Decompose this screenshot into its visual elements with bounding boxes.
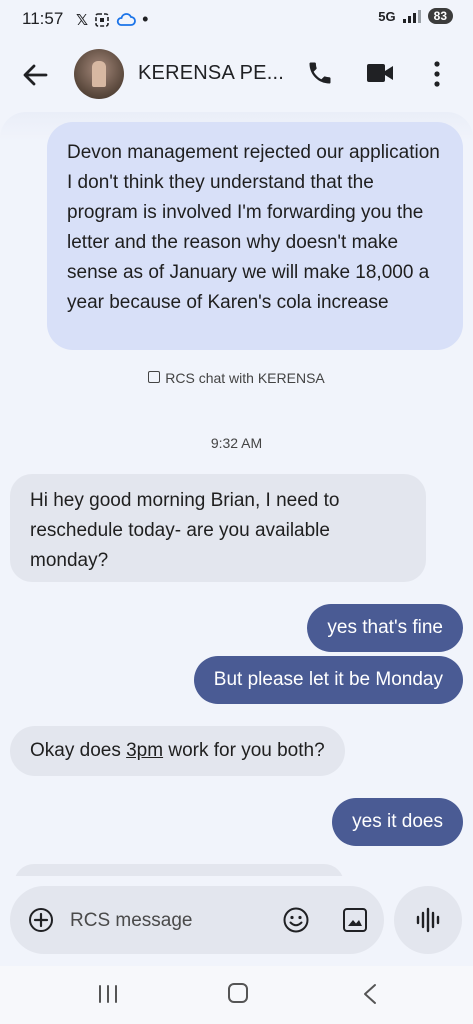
network-label: 5G xyxy=(378,8,396,24)
signal-icon xyxy=(402,10,421,23)
screenshot-icon xyxy=(95,12,109,27)
x-icon: 𝕏 xyxy=(76,11,89,29)
battery-indicator: 83 xyxy=(427,8,453,24)
time-link[interactable]: 3pm xyxy=(126,740,163,761)
message-input[interactable] xyxy=(68,905,272,937)
waveform-icon xyxy=(416,907,440,933)
recent-apps-icon[interactable] xyxy=(96,984,120,1004)
contact-name[interactable]: KERENSA PE... xyxy=(138,62,284,85)
status-time: 11:57 xyxy=(22,9,64,28)
gallery-icon[interactable] xyxy=(341,906,369,934)
more-options-icon[interactable] xyxy=(430,58,444,90)
back-arrow-icon[interactable] xyxy=(20,60,50,90)
nav-back-icon[interactable] xyxy=(362,983,378,1005)
home-icon[interactable] xyxy=(228,983,248,1003)
incoming-message[interactable]: Okay does 3pm work for you both? xyxy=(10,726,345,776)
outgoing-message[interactable]: But please let it be Monday xyxy=(193,656,463,704)
system-navigation-bar xyxy=(0,966,473,1024)
voice-message-button[interactable] xyxy=(394,886,462,954)
dot-icon: • xyxy=(142,9,149,29)
message-timestamp: 9:32 AM xyxy=(210,435,263,451)
message-text: work for you both? xyxy=(163,740,325,761)
rcs-chat-note: RCS chat with KERENSA xyxy=(0,370,473,386)
add-attachment-icon[interactable] xyxy=(28,907,54,933)
rcs-note-text: RCS chat with KERENSA xyxy=(165,370,325,386)
cloud-icon xyxy=(116,12,136,26)
status-notification-icons: 𝕏 • xyxy=(76,9,148,30)
outgoing-message[interactable]: yes that's fine xyxy=(307,604,463,652)
status-bar: 11:57 𝕏 • 5G 83 xyxy=(0,0,473,38)
lock-icon xyxy=(148,371,161,383)
status-right: 5G 83 xyxy=(378,8,453,24)
outgoing-message[interactable]: Devon management rejected our applicatio… xyxy=(47,122,463,350)
call-icon[interactable] xyxy=(306,59,334,87)
video-call-icon[interactable] xyxy=(366,61,394,85)
message-text: Okay does xyxy=(30,740,127,761)
message-list[interactable]: Devon management rejected our applicatio… xyxy=(0,112,473,876)
compose-bar xyxy=(10,886,384,954)
avatar[interactable] xyxy=(74,49,124,99)
incoming-message-partial[interactable] xyxy=(14,864,344,876)
incoming-message[interactable]: Hi hey good morning Brian, I need to res… xyxy=(10,474,426,582)
outgoing-message[interactable]: yes it does xyxy=(332,798,463,846)
conversation-header: KERENSA PE... xyxy=(0,40,473,110)
emoji-icon[interactable] xyxy=(282,906,310,934)
